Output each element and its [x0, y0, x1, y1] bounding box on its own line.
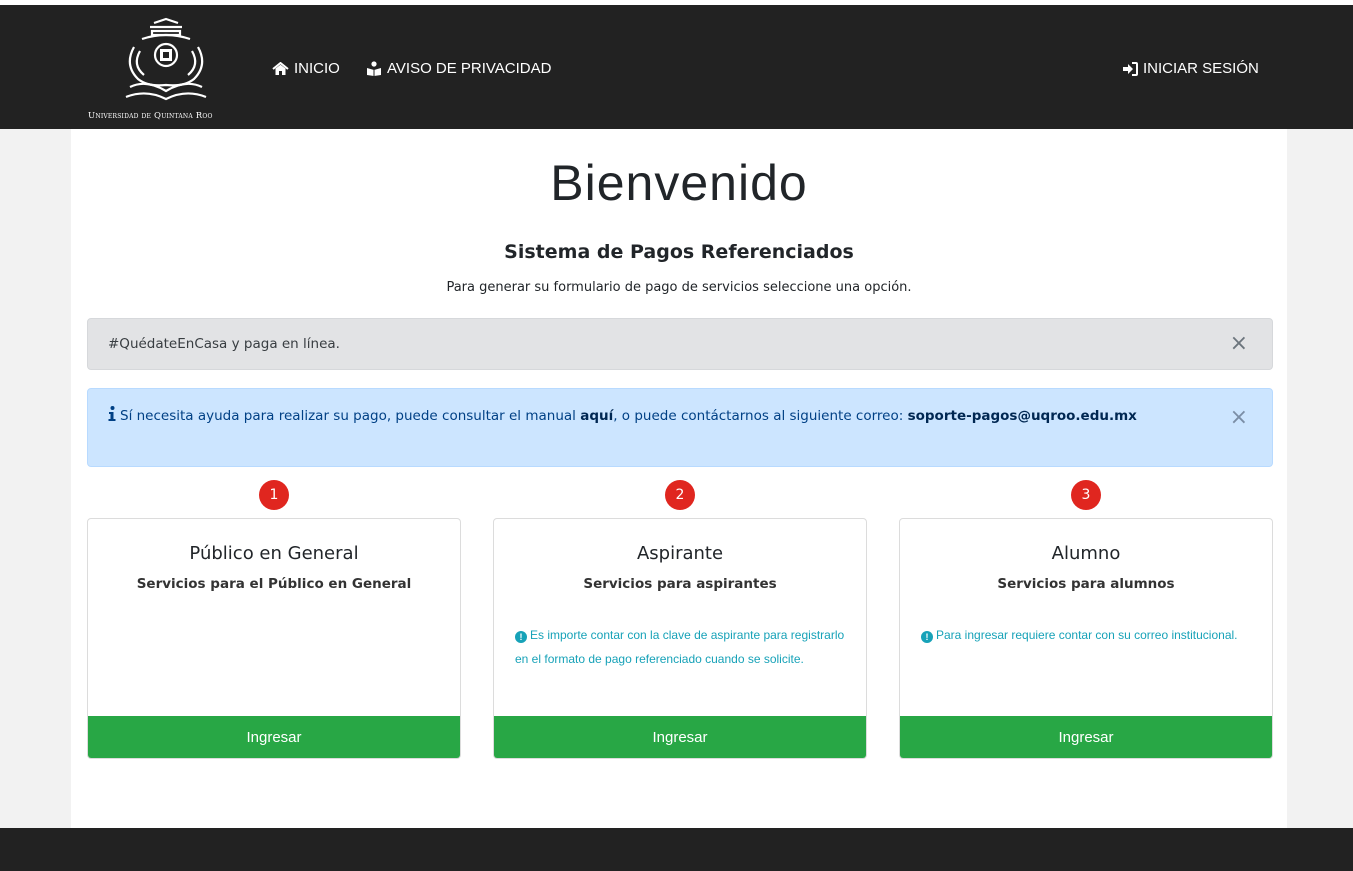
page-subtitle: Sistema de Pagos Referenciados [504, 241, 854, 263]
page-lead: Para generar su formulario de pago de se… [446, 280, 912, 295]
nav-aviso-privacidad[interactable]: AVISO DE PRIVACIDAD [366, 60, 551, 77]
card-title: Aspirante [636, 543, 724, 564]
support-email[interactable]: soporte-pagos@uqroo.edu.mx [908, 408, 1137, 424]
ingresar-alumno-button[interactable]: Ingresar [900, 716, 1272, 758]
help-text: Sí necesita ayuda para realizar su pago,… [108, 403, 1208, 429]
card-note: ! Es importe contar con la clave de aspir… [515, 623, 855, 671]
card-subtitle: Servicios para alumnos [997, 576, 1175, 592]
login-label: INICIAR SESIÓN [1143, 60, 1259, 77]
card-alumno: Alumno Servicios para alumnos ! Para ingr… [899, 518, 1273, 759]
card-subtitle: Servicios para aspirantes [583, 576, 777, 592]
help-alert: Sí necesita ayuda para realizar su pago,… [87, 388, 1273, 467]
manual-link[interactable]: aquí [580, 408, 613, 424]
card-title: Público en General [189, 543, 359, 564]
ingresar-publico-button[interactable]: Ingresar [88, 716, 460, 758]
card-title: Alumno [1051, 543, 1121, 564]
card-note-text: Es importe contar con la clave de aspira… [515, 628, 845, 666]
close-icon[interactable]: × [1230, 333, 1248, 355]
card-note-text: Para ingresar requiere contar con su cor… [936, 628, 1238, 642]
ingresar-aspirante-button[interactable]: Ingresar [494, 716, 866, 758]
help-prefix: Sí necesita ayuda para realizar su pago,… [120, 408, 581, 424]
university-logo[interactable]: Universidad de Quintana Roo [88, 17, 263, 125]
page-title: Bienvenido [550, 155, 808, 211]
step-badge-1: 1 [259, 480, 289, 510]
info-circle-icon: ! [515, 631, 527, 643]
reader-icon [367, 61, 381, 76]
home-icon [272, 61, 289, 75]
info-icon [108, 406, 116, 421]
close-icon[interactable]: × [1230, 407, 1248, 429]
step-badge-2: 2 [665, 480, 695, 510]
card-aspirante: Aspirante Servicios para aspirantes ! Es … [493, 518, 867, 759]
sign-in-icon [1123, 61, 1138, 76]
footer [0, 828, 1353, 871]
nav-inicio-label: INICIO [294, 60, 340, 77]
step-badge-3: 3 [1071, 480, 1101, 510]
help-middle: , o puede contáctarnos al siguiente corr… [613, 408, 908, 424]
card-note: ! Para ingresar requiere contar con su co… [921, 623, 1261, 647]
main-container: Bienvenido Sistema de Pagos Referenciado… [71, 129, 1287, 828]
info-circle-icon: ! [921, 631, 933, 643]
logo-caption: Universidad de Quintana Roo [88, 111, 213, 121]
stay-home-alert: #QuédateEnCasa y paga en línea. × [87, 318, 1273, 370]
nav-aviso-label: AVISO DE PRIVACIDAD [387, 60, 552, 77]
card-subtitle: Servicios para el Público en General [136, 576, 412, 592]
navbar: Universidad de Quintana Roo INICIO AVISO… [0, 5, 1353, 129]
stay-home-text: #QuédateEnCasa y paga en línea. [108, 336, 340, 352]
login-link[interactable]: INICIAR SESIÓN [1123, 60, 1259, 77]
nav-inicio[interactable]: INICIO [272, 60, 340, 77]
university-crest-icon [125, 17, 207, 101]
card-publico-general: Público en General Servicios para el Púb… [87, 518, 461, 759]
